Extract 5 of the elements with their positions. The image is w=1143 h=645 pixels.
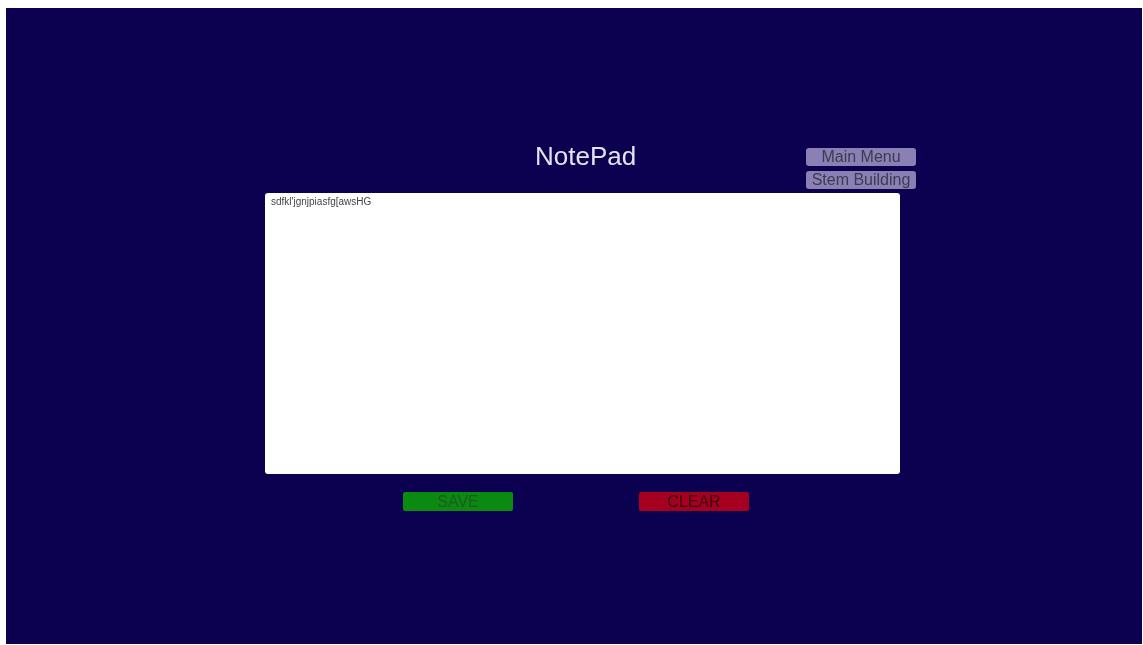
nav-button[interactable]: Main Menu	[806, 148, 916, 166]
notepad-text-area[interactable]: sdfkl'jgnjpiasfg[awsHG	[265, 193, 900, 474]
clear-button[interactable]: CLEAR	[639, 492, 749, 511]
page-title: NotePad	[534, 140, 638, 172]
nav-button[interactable]: Stem Building	[806, 171, 916, 189]
